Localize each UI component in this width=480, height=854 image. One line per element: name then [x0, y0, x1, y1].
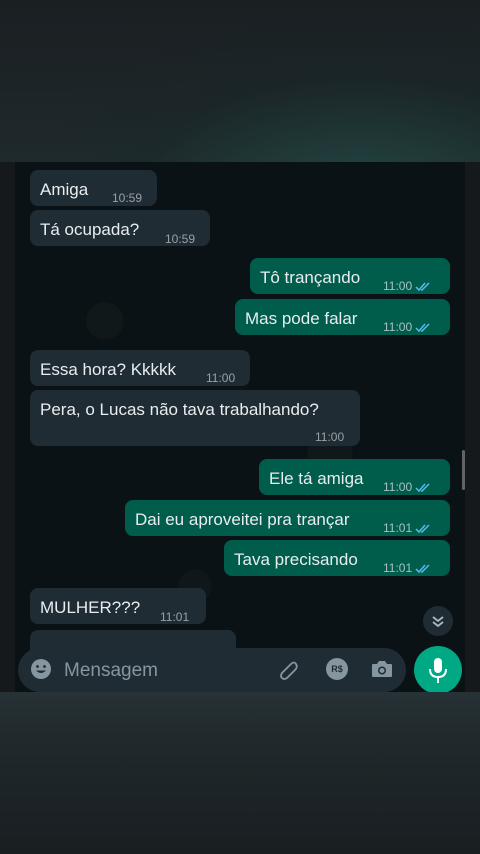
payment-icon-label: R$ — [331, 664, 343, 674]
double-chevron-down-icon — [432, 616, 444, 628]
message-time: 11:00 — [383, 477, 431, 497]
message-time-value: 11:01 — [383, 561, 413, 575]
message-time-value: 11:00 — [383, 480, 413, 494]
scrollbar[interactable] — [462, 450, 465, 490]
message-time: 11:01 — [160, 610, 190, 624]
blurred-background-top — [0, 0, 480, 162]
message-incoming[interactable]: Amiga 10:59 — [30, 170, 157, 206]
camera-icon[interactable] — [370, 658, 394, 680]
message-time: 11:00 — [383, 276, 431, 296]
message-outgoing[interactable]: Tava precisando 11:01 — [224, 540, 450, 576]
message-input[interactable]: Mensagem — [64, 660, 158, 682]
message-text: Tá ocupada? — [40, 220, 140, 239]
message-text: Tava precisando — [234, 550, 358, 569]
message-time-value: 11:00 — [383, 320, 413, 334]
message-outgoing[interactable]: Ele tá amiga 11:00 — [259, 459, 450, 495]
message-time: 11:00 — [315, 430, 345, 444]
mic-icon — [429, 658, 447, 683]
message-outgoing[interactable]: Dai eu aproveitei pra trançar 11:01 — [125, 500, 450, 536]
message-text: Essa hora? Kkkkk — [40, 360, 177, 379]
message-time-value: 11:00 — [383, 279, 413, 293]
double-check-icon — [415, 282, 430, 292]
message-time: 11:01 — [383, 518, 431, 538]
message-text: Ele tá amiga — [269, 469, 364, 488]
message-incoming[interactable]: MULHER??? 11:01 — [30, 588, 206, 624]
double-check-icon — [415, 483, 430, 493]
blurred-background-bottom — [0, 692, 480, 854]
double-check-icon — [415, 564, 430, 574]
emoji-icon[interactable] — [30, 658, 52, 680]
double-check-icon — [415, 323, 430, 333]
message-time: 10:59 — [112, 191, 143, 205]
message-incoming[interactable]: Tá ocupada? 10:59 — [30, 210, 210, 246]
message-text: Tô trançando — [260, 268, 361, 287]
message-time: 11:00 — [206, 371, 236, 385]
message-incoming[interactable]: Pera, o Lucas não tava trabalhando? 11:0… — [30, 390, 360, 446]
message-outgoing[interactable]: Mas pode falar 11:00 — [235, 299, 450, 335]
message-composer[interactable]: Mensagem R$ — [18, 648, 406, 692]
message-text: MULHER??? — [40, 598, 141, 617]
message-time-value: 11:01 — [383, 521, 413, 535]
message-text: Pera, o Lucas não tava trabalhando? — [40, 400, 319, 419]
message-time: 10:59 — [165, 232, 196, 246]
message-time: 11:01 — [383, 558, 431, 578]
message-time: 11:00 — [383, 317, 431, 337]
message-incoming[interactable]: Essa hora? Kkkkk 11:00 — [30, 350, 250, 386]
message-text: Amiga — [40, 180, 89, 199]
chat-area[interactable]: Amiga 10:59 Tá ocupada? 10:59 Tô trançan… — [15, 162, 465, 692]
paperclip-icon[interactable] — [277, 658, 301, 682]
scroll-to-bottom-button[interactable] — [423, 606, 453, 636]
mic-button[interactable] — [414, 646, 462, 694]
message-outgoing[interactable]: Tô trançando 11:00 — [250, 258, 450, 294]
message-text: Dai eu aproveitei pra trançar — [135, 510, 350, 529]
message-text: Mas pode falar — [245, 309, 358, 328]
double-check-icon — [415, 524, 430, 534]
payment-icon[interactable]: R$ — [326, 658, 348, 680]
